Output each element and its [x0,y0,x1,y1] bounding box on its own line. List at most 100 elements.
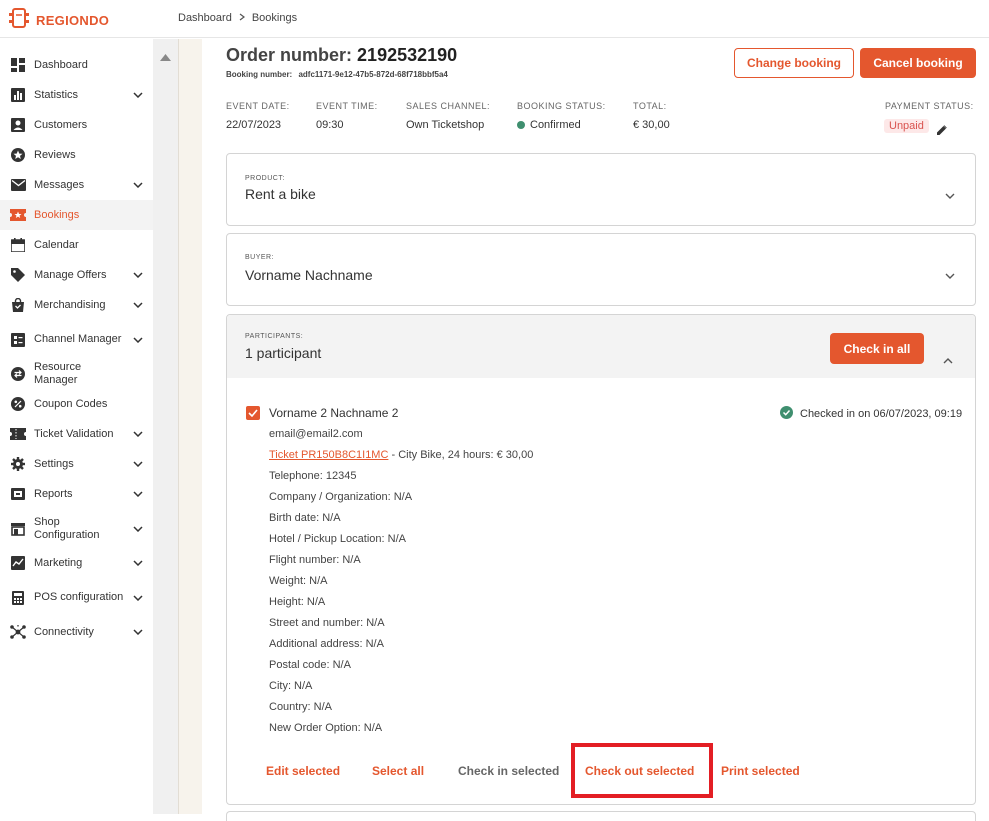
detail-birth-date: Birth date: N/A [269,512,341,524]
sidebar-item-coupon-codes[interactable]: Coupon Codes [0,389,153,419]
sidebar: Dashboard Statistics Customers Reviews M… [0,39,153,814]
participants-card: PARTICIPANTS: 1 participant Check in all… [226,314,976,805]
sidebar-item-shop-configuration[interactable]: Shop Configuration [0,509,153,548]
checkmark-icon [248,409,258,417]
main-content: Order number: 2192532190 Booking number:… [202,39,989,821]
sales-channel-label: SALES CHANNEL: [406,101,491,111]
chevron-down-icon[interactable] [133,557,143,569]
gear-icon [10,456,26,472]
detail-country: Country: N/A [269,701,332,713]
breadcrumb: Dashboard Bookings [178,12,297,24]
ticket-icon [10,207,26,223]
chevron-down-icon[interactable] [945,186,955,204]
sidebar-item-customers[interactable]: Customers [0,110,153,140]
buyer-card[interactable]: BUYER: Vorname Nachname [226,233,976,306]
ticket-link[interactable]: Ticket PR150B8C1I1MC [269,449,388,461]
user-icon [10,117,26,133]
booking-number-row: Booking number: adfc1171-9e12-47b5-872d-… [226,70,448,79]
event-time: 09:30 [316,119,344,131]
chart-icon [10,87,26,103]
sidebar-item-messages[interactable]: Messages [0,170,153,200]
chevron-down-icon[interactable] [133,179,143,191]
select-all-button[interactable]: Select all [372,764,424,778]
swap-icon [10,366,26,382]
sidebar-item-label: Statistics [34,88,79,101]
cancel-booking-button[interactable]: Cancel booking [860,48,976,78]
booking-status-label: BOOKING STATUS: [517,101,606,111]
event-date: 22/07/2023 [226,119,282,131]
sidebar-item-marketing[interactable]: Marketing [0,548,153,578]
chevron-down-icon[interactable] [133,89,143,101]
chevron-down-icon[interactable] [133,592,143,604]
chevron-down-icon[interactable] [133,458,143,470]
detail-flight: Flight number: N/A [269,554,361,566]
sidebar-item-settings[interactable]: Settings [0,449,153,479]
sidebar-item-pos-configuration[interactable]: POS configuration [0,578,153,617]
participants-header[interactable]: PARTICIPANTS: 1 participant Check in all [227,315,975,378]
shop-icon [10,521,26,537]
participant-checkbox[interactable] [246,406,260,420]
booking-status: Confirmed [517,119,581,131]
sidebar-item-ticket-validation[interactable]: Ticket Validation [0,419,153,449]
sidebar-item-reports[interactable]: Reports [0,479,153,509]
sidebar-item-calendar[interactable]: Calendar [0,230,153,260]
edit-pencil-icon[interactable] [937,122,947,140]
sidebar-item-bookings[interactable]: Bookings [0,200,153,230]
sidebar-item-channel-manager[interactable]: Channel Manager [0,320,153,359]
scroll-up-icon[interactable] [160,48,171,66]
order-number-label: Order number: [226,45,353,65]
logo[interactable]: REGIONDO [8,7,109,34]
order-number: 2192532190 [357,45,458,65]
sidebar-item-connectivity[interactable]: Connectivity [0,617,153,647]
sidebar-item-resource-manager[interactable]: Resource Manager [0,359,153,389]
sidebar-item-label: Marketing [34,556,83,569]
sidebar-item-statistics[interactable]: Statistics [0,80,153,110]
sidebar-item-reviews[interactable]: Reviews [0,140,153,170]
sidebar-scrollbar[interactable] [153,39,178,814]
product-card[interactable]: PRODUCT: Rent a bike [226,153,976,226]
breadcrumb-dashboard[interactable]: Dashboard [178,12,232,24]
tag-icon [10,267,26,283]
detail-new-order-option: New Order Option: N/A [269,722,383,734]
sidebar-item-merchandising[interactable]: Merchandising [0,290,153,320]
chevron-down-icon[interactable] [133,334,143,346]
payment-status-label: PAYMENT STATUS: [885,101,974,111]
content-gutter [178,39,202,814]
chevron-down-icon[interactable] [133,488,143,500]
check-in-all-button[interactable]: Check in all [830,333,924,364]
participants-count: 1 participant [245,345,322,361]
chevron-down-icon[interactable] [133,299,143,311]
chevron-down-icon[interactable] [133,428,143,440]
sidebar-item-label: Manage Offers [34,268,107,281]
calendar-icon [10,237,26,253]
change-booking-button[interactable]: Change booking [734,48,854,78]
calculator-icon [10,590,26,606]
total-label: TOTAL: [633,101,667,111]
sidebar-item-label: Settings [34,457,74,470]
chevron-up-icon[interactable] [943,351,953,369]
check-in-selected-button[interactable]: Check in selected [458,764,559,778]
mail-icon [10,177,26,193]
print-selected-button[interactable]: Print selected [721,764,800,778]
sidebar-item-label: Dashboard [34,58,88,71]
edit-selected-button[interactable]: Edit selected [266,764,340,778]
event-date-label: EVENT DATE: [226,101,290,111]
status-dot-icon [517,121,525,129]
channel-icon [10,332,26,348]
chevron-down-icon[interactable] [945,266,955,284]
sidebar-item-label: Merchandising [34,298,106,311]
detail-company: Company / Organization: N/A [269,491,413,503]
sidebar-item-label: Reviews [34,148,76,161]
star-icon [10,147,26,163]
chevron-down-icon[interactable] [133,626,143,638]
chevron-down-icon[interactable] [133,523,143,535]
participant-ticket: Ticket PR150B8C1I1MC - City Bike, 24 hou… [269,449,533,461]
buyer-label: BUYER: [245,254,275,261]
chevron-down-icon[interactable] [133,269,143,281]
detail-city: City: N/A [269,680,313,692]
sidebar-item-manage-offers[interactable]: Manage Offers [0,260,153,290]
next-card [226,811,976,821]
sidebar-item-label: Coupon Codes [34,397,108,410]
sidebar-item-dashboard[interactable]: Dashboard [0,50,153,80]
buyer-value: Vorname Nachname [245,267,373,283]
